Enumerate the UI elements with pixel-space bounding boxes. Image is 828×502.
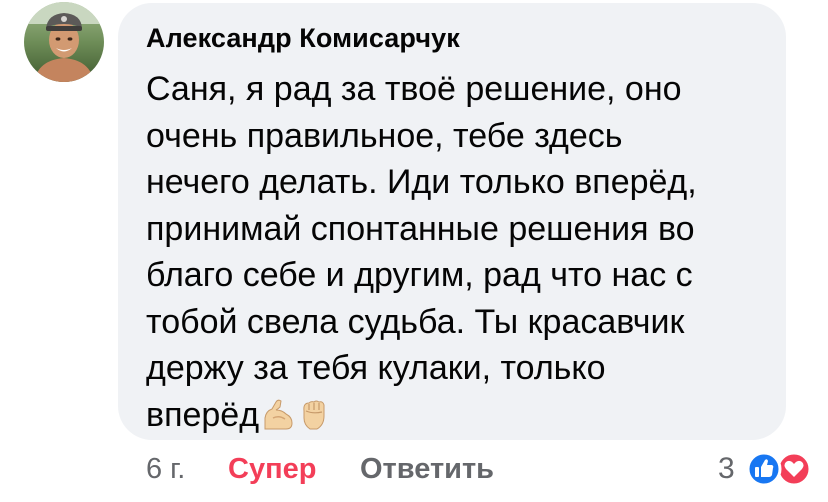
reaction-count[interactable]: 3 <box>718 449 735 489</box>
profile-photo <box>24 2 104 82</box>
comment-last-line: вперёд <box>146 392 766 445</box>
comment-line: Саня, я рад за твоё решение, оно <box>146 70 682 108</box>
comment-line: принимай спонтанные решения во <box>146 209 695 248</box>
like-icon <box>746 451 782 487</box>
comment-text: Саня, я рад за твоё решение, оно очень п… <box>146 66 766 444</box>
comment-line: нечего делать. Иди только вперёд, <box>146 163 697 201</box>
love-icon <box>776 451 812 487</box>
flexed-biceps-icon <box>261 398 295 445</box>
reply-button[interactable]: Ответить <box>360 449 494 489</box>
comment-author[interactable]: Александр Комисарчук <box>146 23 460 54</box>
comment-timestamp[interactable]: 6 г. <box>146 449 185 489</box>
comment-bubble: Александр Комисарчук Саня, я рад за твоё… <box>118 3 786 440</box>
comment-line: очень правильное, тебе здесь <box>146 116 623 155</box>
reaction-summary[interactable] <box>744 451 816 487</box>
comment-line: вперёд <box>146 395 260 434</box>
raised-fist-icon <box>297 398 331 445</box>
comment-line: благо себе и другим, рад что нас с <box>146 256 693 294</box>
avatar[interactable] <box>24 2 104 82</box>
comment-line: тобой свела судьба. Ты красавчик <box>146 302 685 341</box>
comment-line: держу за тебя кулаки, только <box>146 349 606 387</box>
reaction-button[interactable]: Супер <box>228 449 316 489</box>
